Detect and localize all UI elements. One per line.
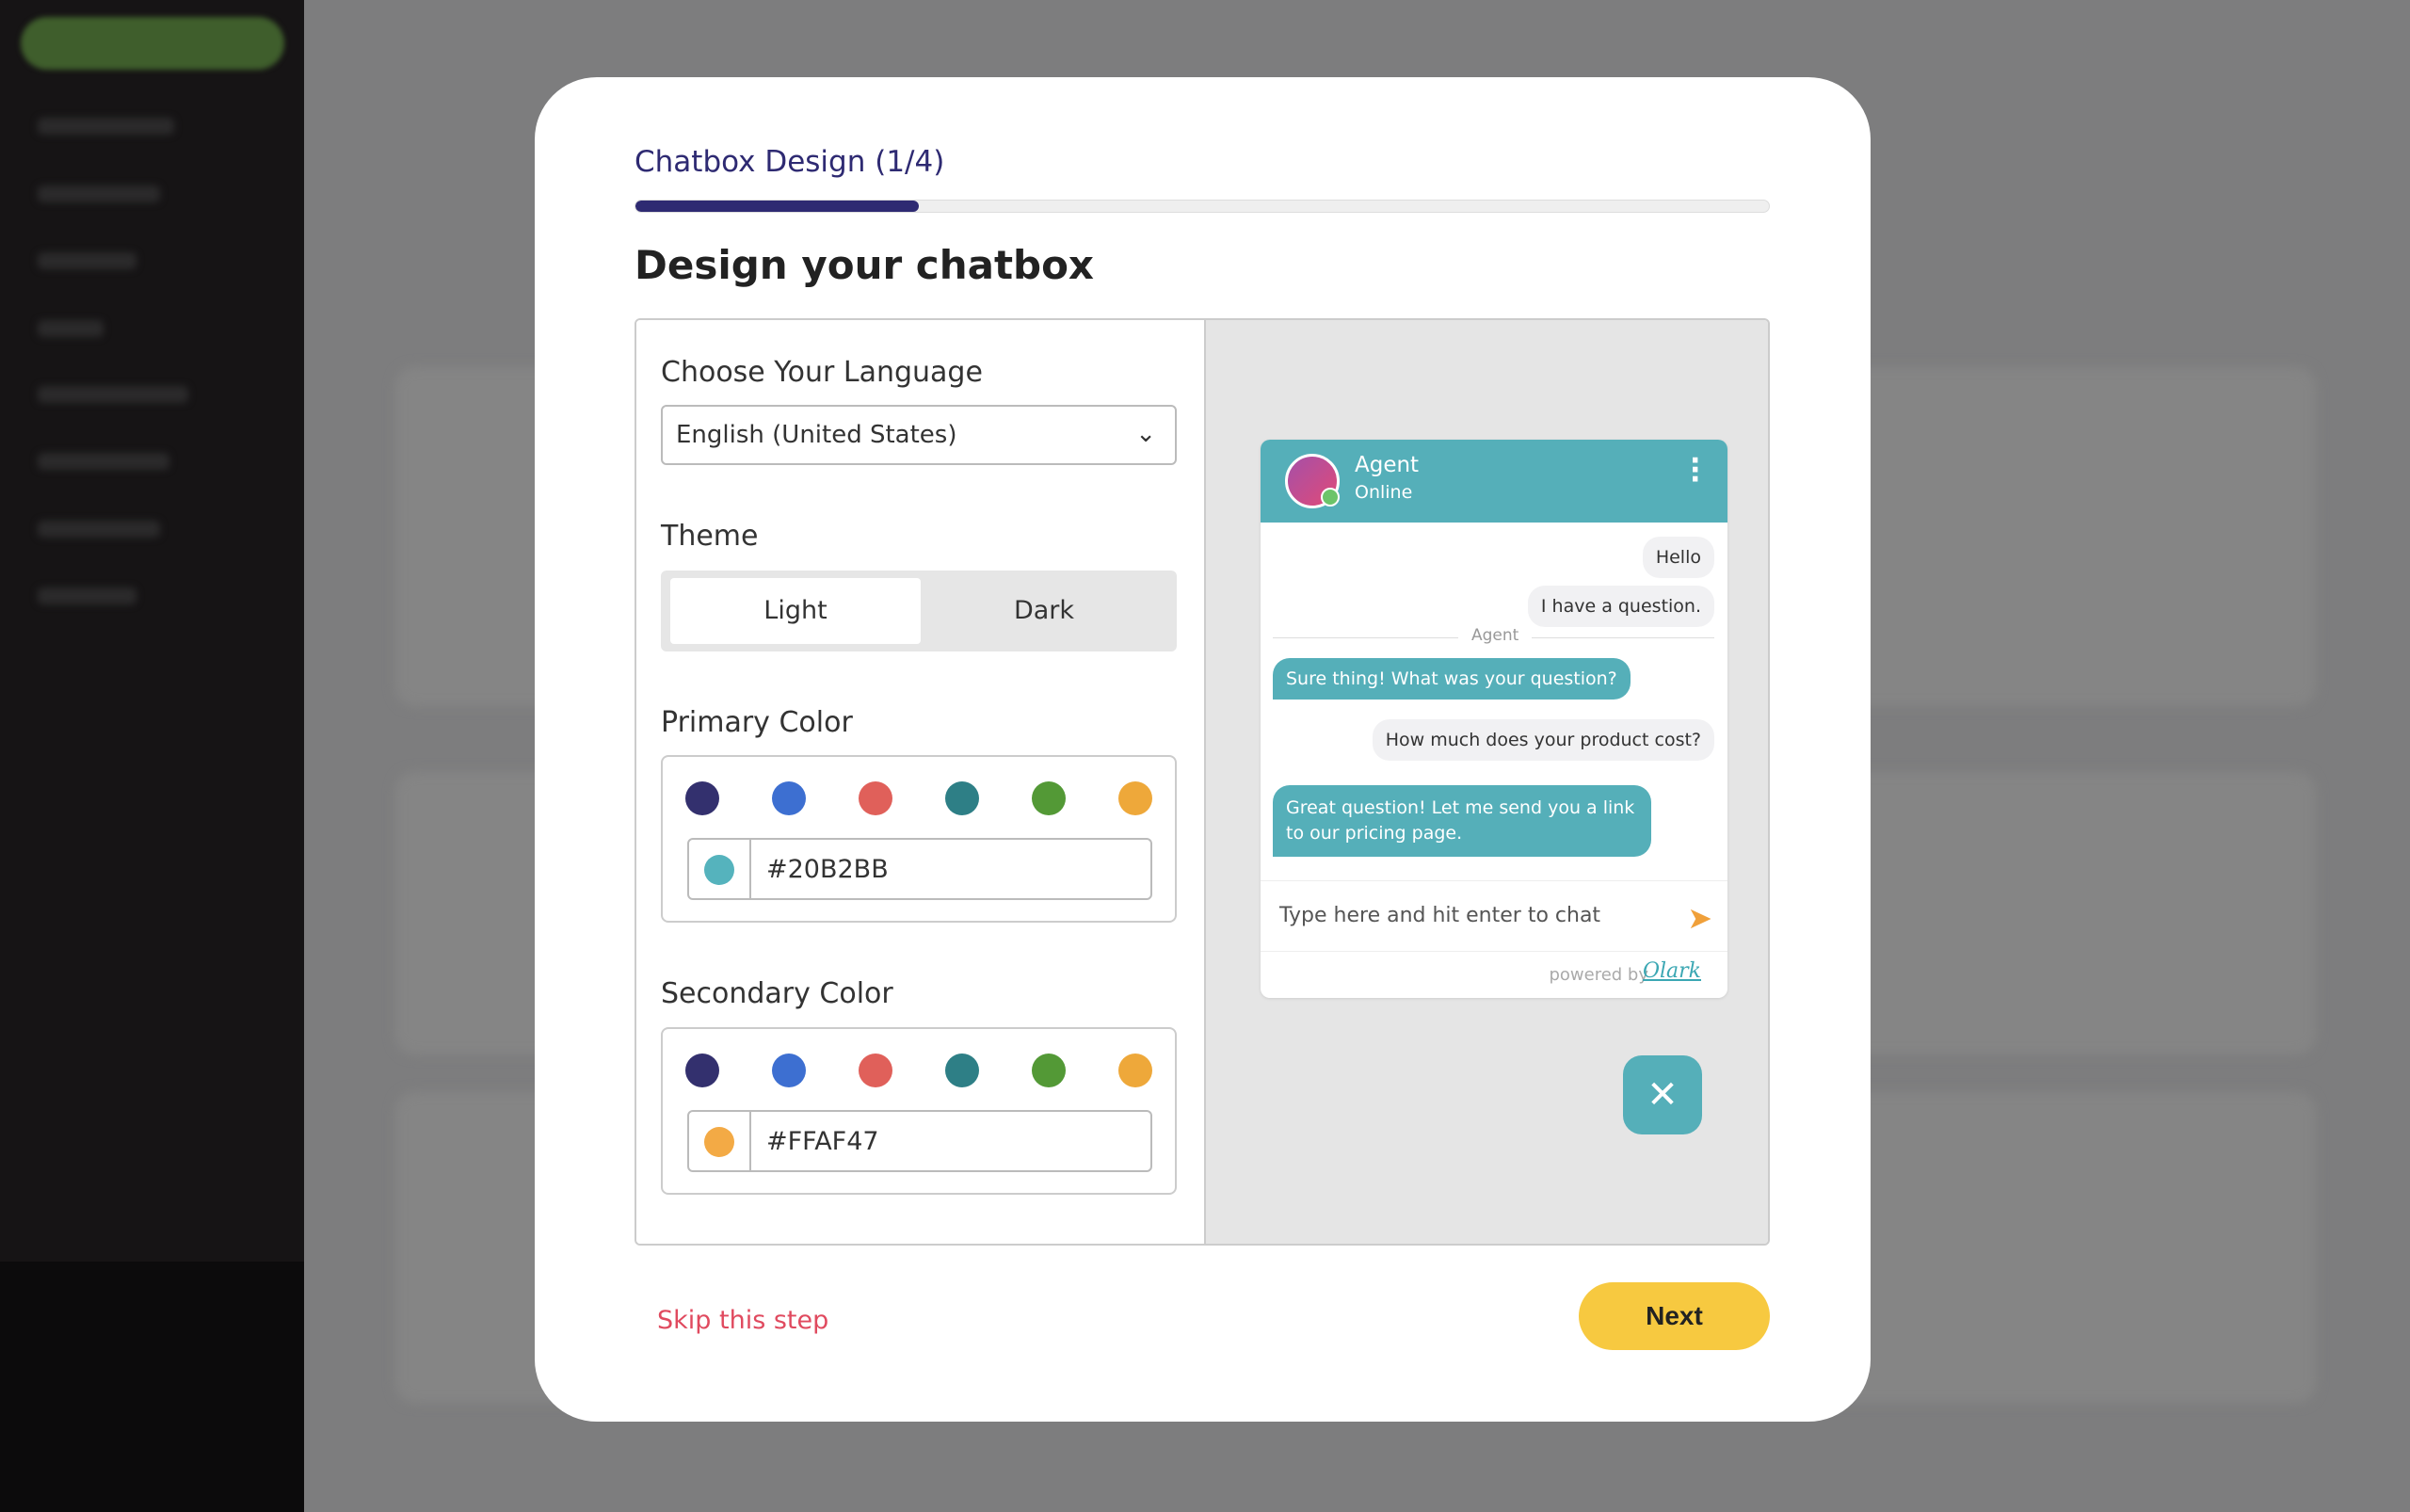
sidebar-item[interactable] bbox=[38, 118, 174, 135]
theme-label: Theme bbox=[661, 520, 759, 553]
primary-color-value: #20B2BB bbox=[766, 855, 889, 884]
primary-color-input[interactable]: #20B2BB bbox=[687, 838, 1152, 900]
settings-column: Choose Your Language English (United Sta… bbox=[636, 320, 1206, 1244]
chat-widget: Agent Online · · · Hello I have a question… bbox=[1261, 440, 1727, 998]
color-swatch[interactable] bbox=[945, 1054, 979, 1087]
sidebar-footer bbox=[0, 1262, 304, 1512]
primary-color-picker: #20B2BB bbox=[661, 755, 1177, 923]
agent-separator-label: Agent bbox=[1458, 626, 1533, 645]
sidebar-item[interactable] bbox=[38, 386, 188, 403]
next-button[interactable]: Next bbox=[1579, 1282, 1770, 1350]
agent-name: Agent bbox=[1355, 453, 1420, 477]
close-chat-button[interactable]: ✕ bbox=[1623, 1055, 1702, 1134]
agent-status: Online bbox=[1355, 482, 1413, 503]
sidebar-item[interactable] bbox=[38, 252, 137, 269]
chatbox-design-modal: Chatbox Design (1/4) Design your chatbox… bbox=[535, 77, 1871, 1422]
primary-color-preview bbox=[689, 840, 751, 898]
chat-input-placeholder: Type here and hit enter to chat bbox=[1279, 904, 1601, 927]
powered-by-label: powered by bbox=[1549, 965, 1648, 985]
color-swatch[interactable] bbox=[945, 781, 979, 815]
theme-toggle: Light Dark bbox=[661, 571, 1177, 651]
visitor-message: Hello bbox=[1642, 537, 1714, 578]
online-indicator-icon bbox=[1321, 488, 1340, 507]
visitor-message: I have a question. bbox=[1527, 586, 1714, 627]
close-icon: ✕ bbox=[1647, 1073, 1679, 1117]
agent-message: Great question! Let me send you a link t… bbox=[1273, 785, 1651, 857]
sidebar-primary-button[interactable] bbox=[21, 17, 284, 70]
progress-fill bbox=[635, 201, 919, 212]
language-select[interactable]: English (United States) ⌄ bbox=[661, 405, 1177, 465]
step-title: Chatbox Design (1/4) bbox=[635, 145, 945, 179]
design-panel: Choose Your Language English (United Sta… bbox=[635, 318, 1770, 1246]
agent-message: Sure thing! What was your question? bbox=[1273, 658, 1631, 700]
theme-dark-option[interactable]: Dark bbox=[919, 578, 1169, 644]
color-swatch[interactable] bbox=[859, 781, 892, 815]
chevron-down-icon: ⌄ bbox=[1135, 420, 1156, 448]
color-swatch[interactable] bbox=[859, 1054, 892, 1087]
color-swatch[interactable] bbox=[685, 1054, 719, 1087]
more-options-icon[interactable]: · · · bbox=[1690, 447, 1700, 494]
sidebar-item[interactable] bbox=[38, 453, 169, 470]
color-swatch[interactable] bbox=[772, 1054, 806, 1087]
send-icon[interactable]: ➤ bbox=[1687, 900, 1712, 936]
secondary-color-label: Secondary Color bbox=[661, 977, 893, 1010]
chat-header: Agent Online · · · bbox=[1261, 440, 1727, 523]
language-value: English (United States) bbox=[676, 421, 957, 449]
chatbox-preview: Agent Online · · · Hello I have a question… bbox=[1206, 320, 1768, 1244]
color-swatch[interactable] bbox=[772, 781, 806, 815]
color-swatch[interactable] bbox=[1032, 1054, 1066, 1087]
language-label: Choose Your Language bbox=[661, 356, 983, 389]
sidebar-item[interactable] bbox=[38, 320, 104, 337]
secondary-color-preview bbox=[689, 1112, 751, 1170]
page-title: Design your chatbox bbox=[635, 242, 1095, 288]
chat-input[interactable]: Type here and hit enter to chat ➤ bbox=[1261, 880, 1727, 952]
sidebar-item[interactable] bbox=[38, 521, 160, 538]
color-swatch[interactable] bbox=[1032, 781, 1066, 815]
sidebar-item[interactable] bbox=[38, 185, 160, 202]
theme-light-option[interactable]: Light bbox=[670, 578, 921, 644]
olark-logo: Olark bbox=[1642, 959, 1701, 983]
secondary-color-picker: #FFAF47 bbox=[661, 1027, 1177, 1195]
visitor-message: How much does your product cost? bbox=[1372, 719, 1714, 761]
progress-bar bbox=[635, 200, 1770, 213]
skip-step-link[interactable]: Skip this step bbox=[657, 1306, 828, 1335]
sidebar-item[interactable] bbox=[38, 587, 137, 604]
sidebar bbox=[0, 0, 304, 1512]
primary-color-label: Primary Color bbox=[661, 706, 853, 739]
secondary-color-value: #FFAF47 bbox=[766, 1127, 879, 1156]
color-swatch[interactable] bbox=[685, 781, 719, 815]
color-swatch[interactable] bbox=[1118, 1054, 1152, 1087]
color-swatch[interactable] bbox=[1118, 781, 1152, 815]
secondary-color-input[interactable]: #FFAF47 bbox=[687, 1110, 1152, 1172]
